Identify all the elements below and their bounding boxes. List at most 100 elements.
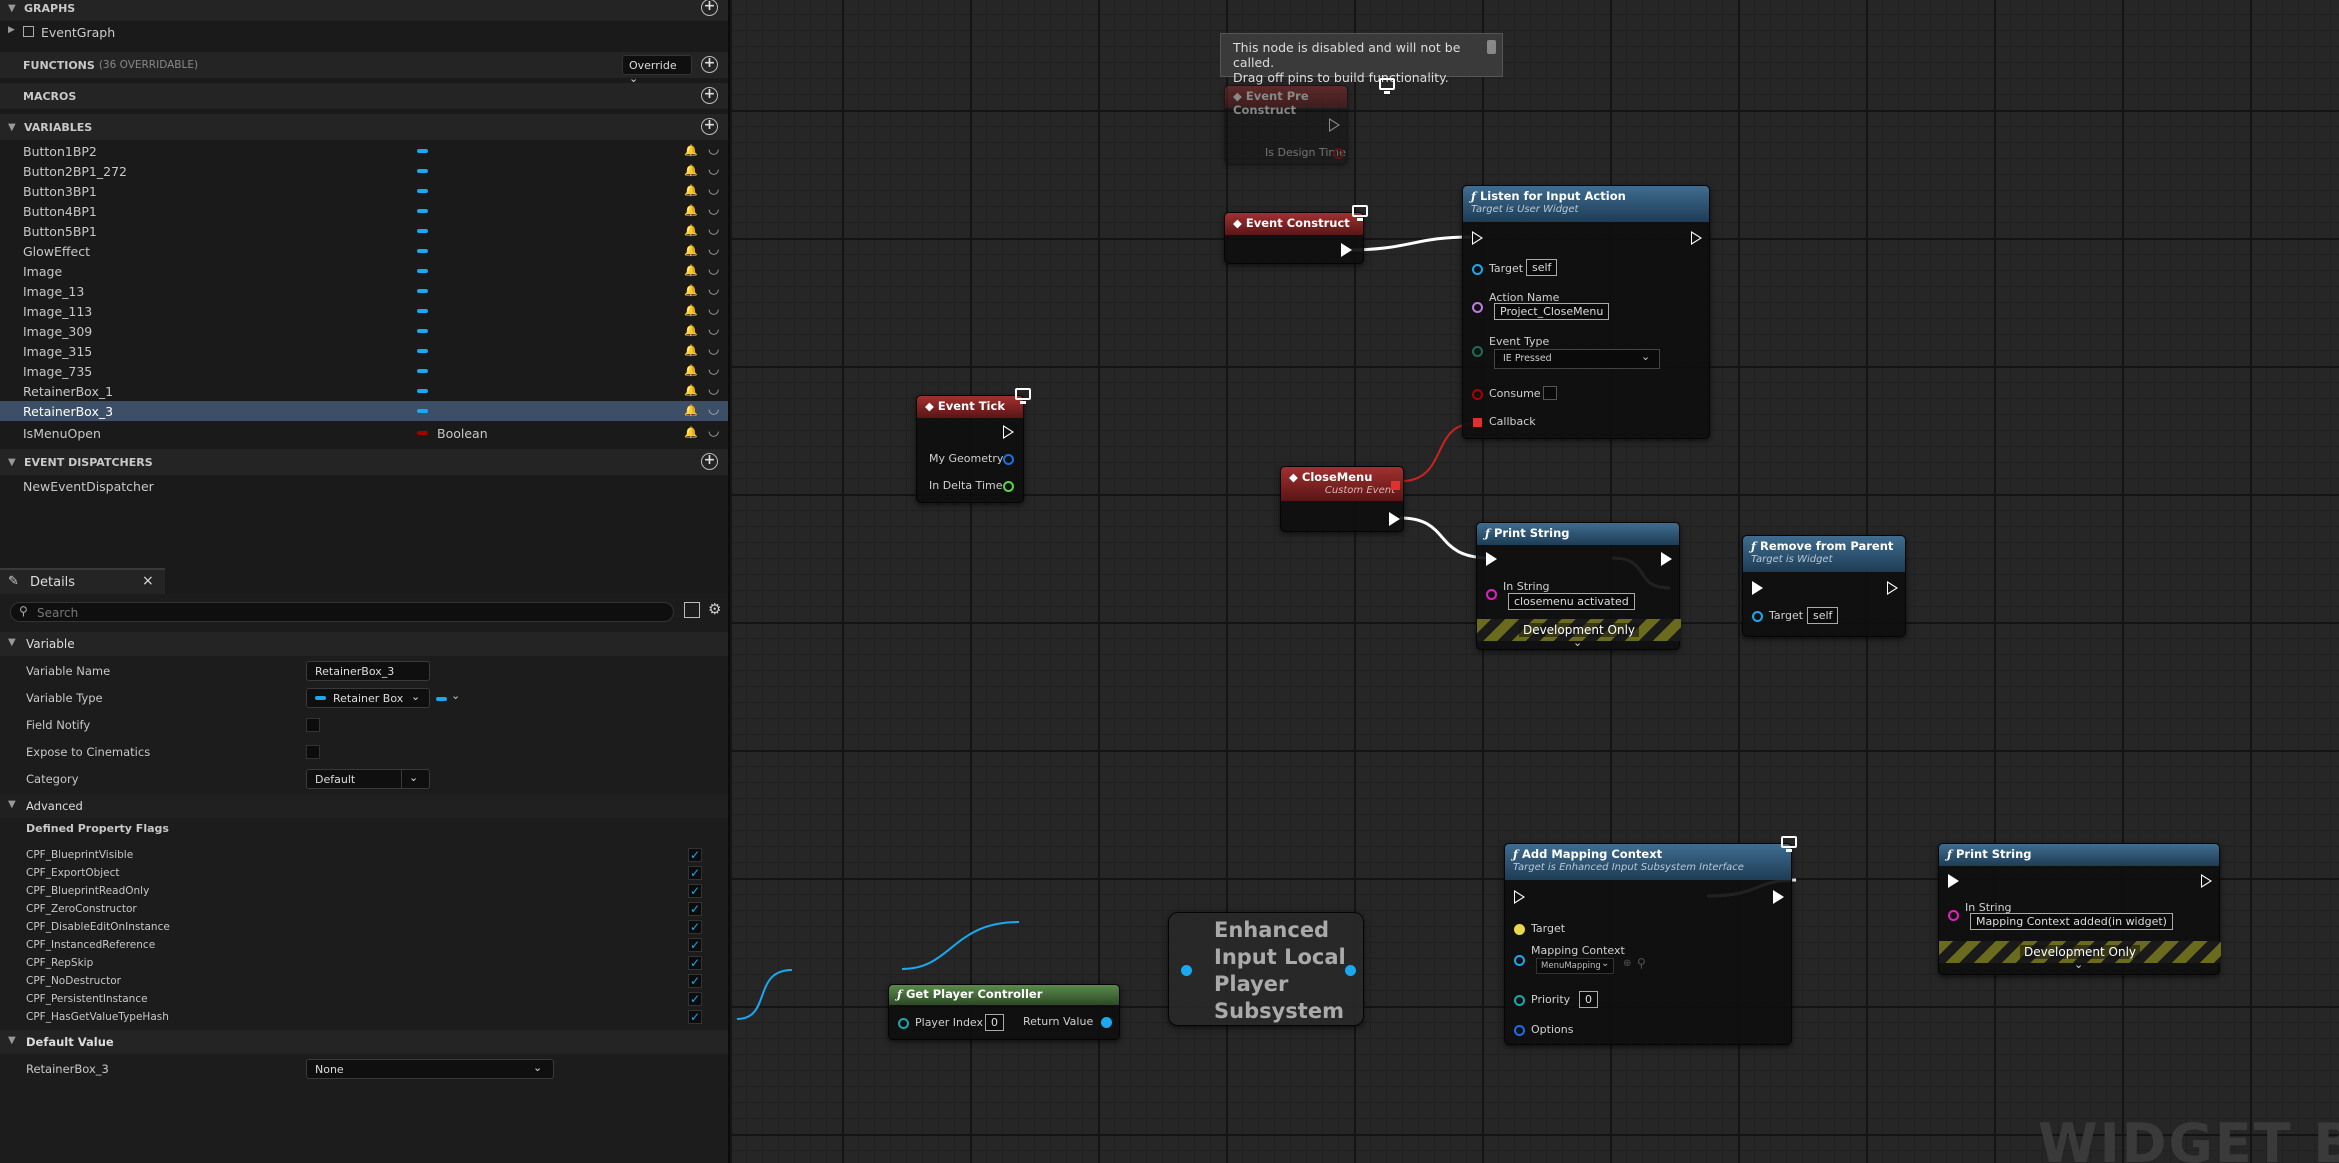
graph-canvas[interactable]: This node is disabled and will not be ca… — [732, 0, 2339, 1163]
eye-icon[interactable]: ◡ — [708, 402, 719, 417]
action-name-value[interactable]: Project_CloseMenu — [1494, 303, 1610, 320]
expose-cinematics-checkbox[interactable] — [306, 745, 320, 759]
add-graph-icon[interactable]: + — [701, 0, 718, 16]
string-in-pin[interactable] — [1948, 910, 1959, 921]
chevron-down-icon[interactable]: ⌄ — [2074, 958, 2083, 971]
bool-in-pin[interactable] — [1472, 389, 1483, 400]
bell-icon[interactable]: 🔔 — [684, 144, 698, 157]
chevron-down-icon[interactable]: ⌄ — [451, 689, 460, 702]
tree-item-eventgraph[interactable]: ▶ EventGraph — [0, 23, 728, 43]
eye-icon[interactable]: ◡ — [708, 222, 719, 237]
enum-in-pin[interactable] — [1472, 346, 1483, 357]
bell-icon[interactable]: 🔔 — [684, 404, 698, 417]
exec-in-pin[interactable] — [1752, 581, 1763, 595]
default-value-header[interactable]: ▼ Default Value — [0, 1030, 728, 1054]
variable-row-selected[interactable]: RetainerBox_3 🔔 ◡ — [0, 401, 728, 421]
eye-icon[interactable]: ◡ — [708, 202, 719, 217]
eye-icon[interactable]: ◡ — [708, 262, 719, 277]
node-print-string[interactable]: ƒ Print String In String closemenu activ… — [1476, 522, 1681, 650]
variable-category-header[interactable]: ▼ Variable — [0, 632, 728, 656]
variable-row[interactable]: Button5BP1 🔔 ◡ — [0, 221, 728, 241]
exec-in-pin[interactable] — [1486, 552, 1497, 566]
delegate-pin[interactable] — [1473, 418, 1482, 427]
check-icon[interactable]: ✓ — [688, 848, 702, 862]
node-enhanced-input-subsystem[interactable]: Enhanced Input Local Player Subsystem — [1168, 912, 1364, 1026]
bell-icon[interactable]: 🔔 — [684, 384, 698, 397]
functions-section-header[interactable]: FUNCTIONS (36 OVERRIDABLE) Override ⌄ + — [0, 52, 728, 85]
bell-icon[interactable]: 🔔 — [684, 224, 698, 237]
bell-icon[interactable]: 🔔 — [684, 304, 698, 317]
exec-in-pin[interactable] — [1472, 231, 1483, 245]
exec-out-pin[interactable] — [1773, 890, 1784, 904]
node-get-player-controller[interactable]: ƒ Get Player Controller Player Index 0 R… — [888, 984, 1120, 1040]
in-string-value[interactable]: Mapping Context added(in widget) — [1970, 913, 2173, 930]
bell-icon[interactable]: 🔔 — [684, 204, 698, 217]
eye-icon[interactable]: ◡ — [708, 142, 719, 157]
delegate-out-pin[interactable] — [1391, 481, 1400, 490]
priority-value[interactable]: 0 — [1579, 991, 1598, 1008]
eye-icon[interactable]: ◡ — [708, 302, 719, 317]
add-macro-icon[interactable]: + — [701, 87, 718, 104]
variable-row[interactable]: Image_735 🔔 ◡ — [0, 361, 728, 381]
check-icon[interactable]: ✓ — [688, 974, 702, 988]
add-function-icon[interactable]: + — [701, 56, 718, 73]
node-close-menu-event[interactable]: ◆ CloseMenu Custom Event — [1280, 466, 1404, 532]
details-search[interactable]: ⚲ Search — [10, 602, 674, 622]
string-in-pin[interactable] — [1486, 589, 1497, 600]
node-listen-for-input-action[interactable]: ƒ Listen for Input Action Target is User… — [1462, 185, 1710, 439]
exec-out-pin[interactable] — [1691, 231, 1702, 245]
macros-section-header[interactable]: MACROS + — [0, 83, 728, 109]
variable-row[interactable]: Image 🔔 ◡ — [0, 261, 728, 281]
graphs-section-header[interactable]: ▼ GRAPHS + — [0, 0, 728, 21]
variable-type-dropdown[interactable]: Retainer Box ⌄ — [306, 688, 430, 708]
variable-row[interactable]: IsMenuOpen Boolean 🔔 ◡ — [0, 423, 728, 443]
eye-icon[interactable]: ◡ — [708, 282, 719, 297]
exec-in-pin[interactable] — [1514, 890, 1525, 904]
check-icon[interactable]: ✓ — [688, 866, 702, 880]
variable-row[interactable]: RetainerBox_1 🔔 ◡ — [0, 381, 728, 401]
variable-row[interactable]: GlowEffect 🔔 ◡ — [0, 241, 728, 261]
exec-out-pin[interactable] — [1003, 425, 1014, 439]
bell-icon[interactable]: 🔔 — [684, 344, 698, 357]
event-dispatchers-section-header[interactable]: ▼ EVENT DISPATCHERS + — [0, 449, 728, 475]
bell-icon[interactable]: 🔔 — [684, 324, 698, 337]
node-event-pre-construct[interactable]: ◆ Event Pre Construct Is Design Time — [1224, 85, 1348, 165]
table-view-icon[interactable] — [684, 602, 700, 618]
object-out-pin[interactable] — [1345, 965, 1356, 976]
details-tab[interactable]: ✎ Details × — [0, 568, 165, 594]
variable-row[interactable]: Image_13 🔔 ◡ — [0, 281, 728, 301]
node-add-mapping-context[interactable]: ƒ Add Mapping Context Target is Enhanced… — [1504, 843, 1792, 1045]
variable-row[interactable]: Image_315 🔔 ◡ — [0, 341, 728, 361]
bell-icon[interactable]: 🔔 — [684, 164, 698, 177]
bell-icon[interactable]: 🔔 — [684, 184, 698, 197]
struct-in-pin[interactable] — [1514, 1025, 1525, 1036]
check-icon[interactable]: ✓ — [688, 938, 702, 952]
target-value[interactable]: self — [1807, 607, 1839, 624]
chevron-down-icon[interactable]: ⌄ — [1573, 636, 1582, 649]
mapping-context-dropdown[interactable]: MenuMapping ⌄ — [1536, 958, 1614, 974]
dispatcher-item[interactable]: NewEventDispatcher — [23, 479, 154, 494]
variable-row[interactable]: Button1BP2 🔔 ◡ — [0, 141, 728, 161]
browse-icon[interactable]: ⊕ — [1623, 958, 1631, 969]
eye-icon[interactable]: ◡ — [708, 362, 719, 377]
object-in-pin[interactable] — [1472, 264, 1483, 275]
advanced-header[interactable]: ▼ Advanced — [0, 794, 728, 818]
check-icon[interactable]: ✓ — [688, 920, 702, 934]
variable-row[interactable]: Button2BP1_272 🔔 ◡ — [0, 161, 728, 181]
eye-icon[interactable]: ◡ — [708, 382, 719, 397]
target-value[interactable]: self — [1526, 259, 1558, 276]
exec-out-pin[interactable] — [1887, 581, 1898, 595]
variable-row[interactable]: Button4BP1 🔔 ◡ — [0, 201, 728, 221]
check-icon[interactable]: ✓ — [688, 956, 702, 970]
variable-row[interactable]: Image_113 🔔 ◡ — [0, 301, 728, 321]
exec-out-pin[interactable] — [1389, 512, 1400, 526]
field-notify-checkbox[interactable] — [306, 718, 320, 732]
variable-row[interactable]: Image_309 🔔 ◡ — [0, 321, 728, 341]
gear-icon[interactable]: ⚙ — [708, 600, 721, 618]
override-dropdown[interactable]: Override ⌄ — [622, 55, 692, 85]
bell-icon[interactable]: 🔔 — [684, 364, 698, 377]
check-icon[interactable]: ✓ — [688, 992, 702, 1006]
node-event-tick[interactable]: ◆ Event Tick My Geometry In Delta Time — [916, 395, 1024, 503]
eye-icon[interactable]: ◡ — [708, 322, 719, 337]
default-value-select[interactable]: None ⌄ — [306, 1059, 554, 1079]
